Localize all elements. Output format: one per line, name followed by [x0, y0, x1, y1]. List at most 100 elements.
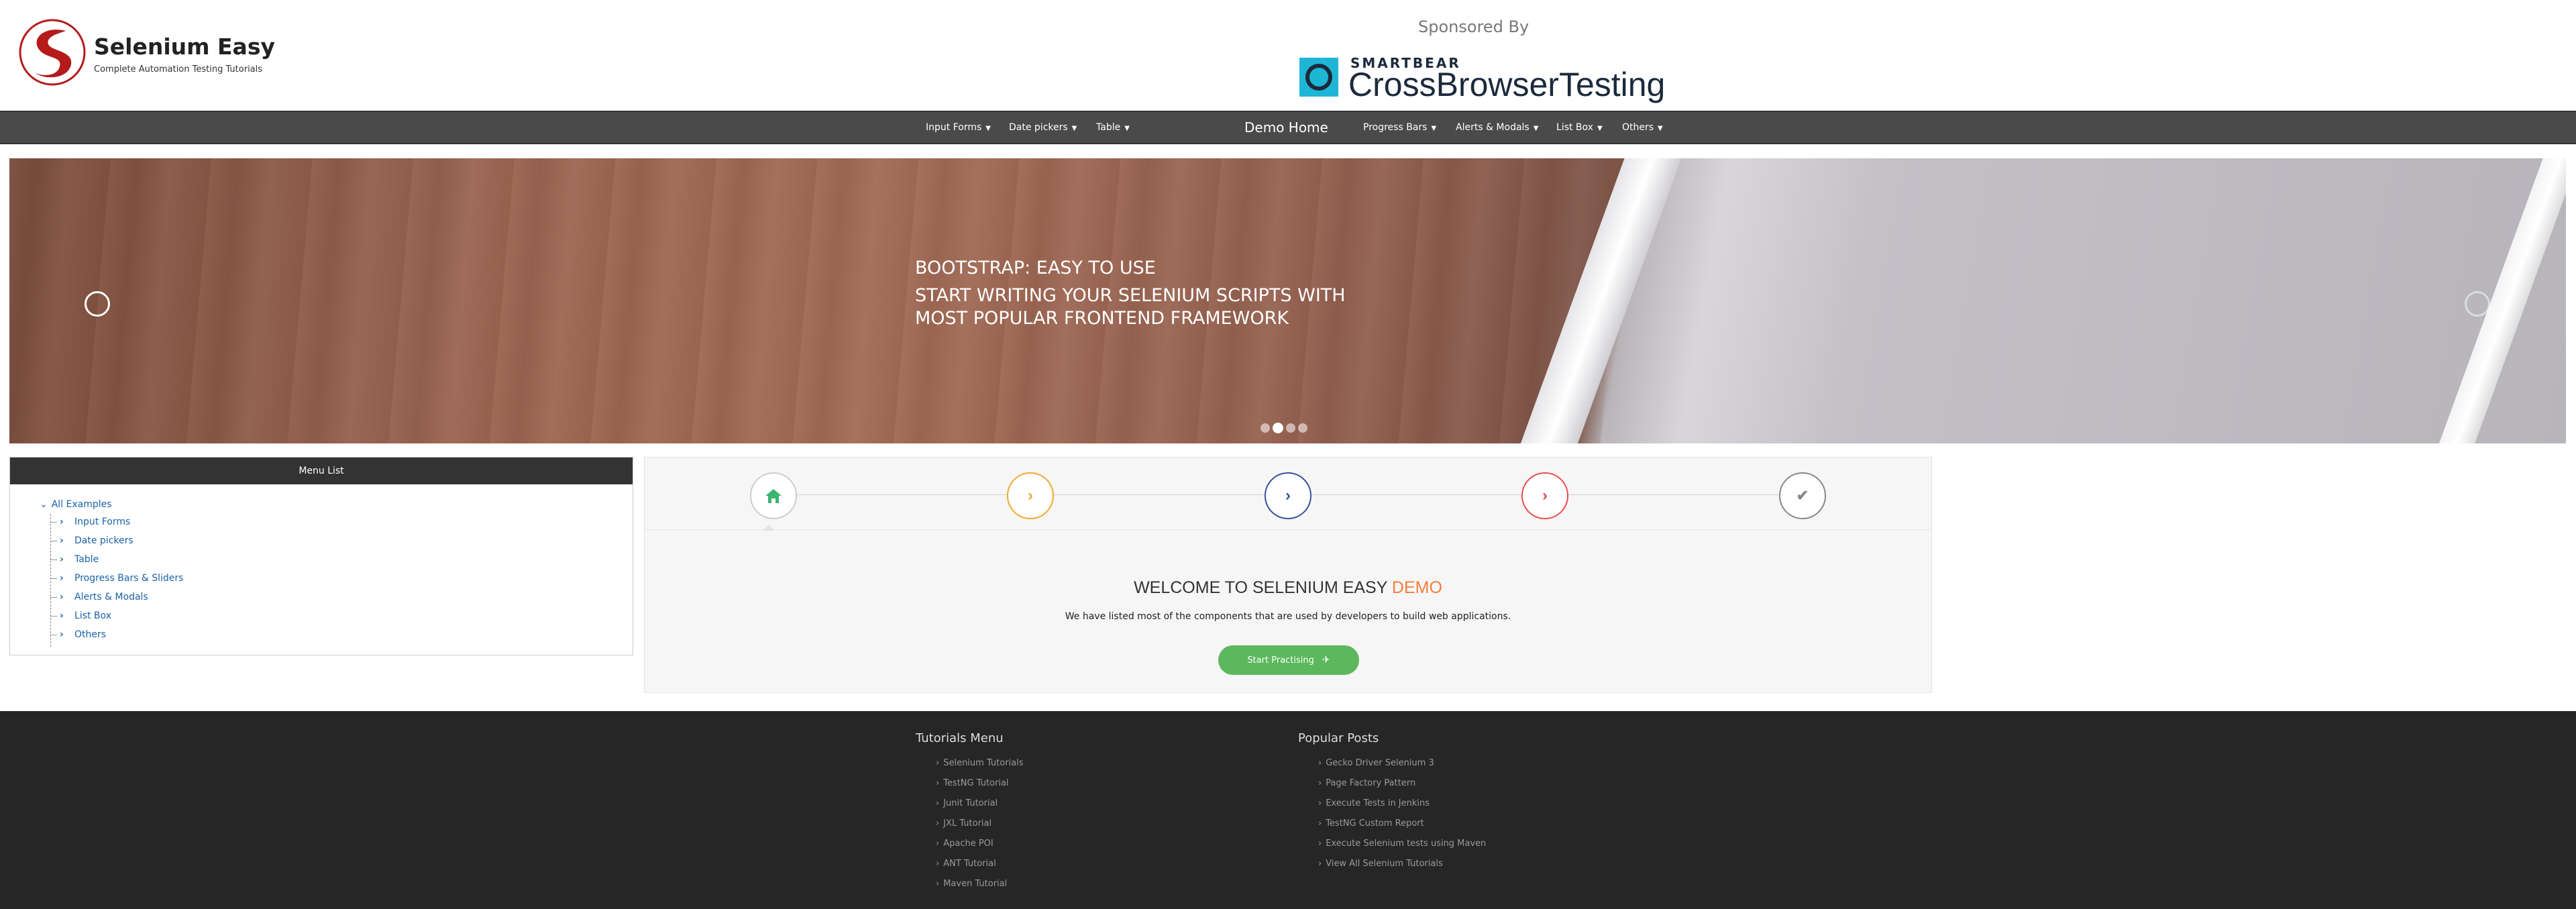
- sponsored-label: Sponsored By: [1418, 17, 1529, 36]
- carousel-dot[interactable]: [1260, 423, 1270, 433]
- carousel-dot[interactable]: [1286, 423, 1295, 433]
- wizard-step-home[interactable]: [750, 472, 797, 519]
- arrow-icon: ›: [936, 859, 940, 869]
- footer-link-selenium[interactable]: › Selenium Tutorials: [916, 753, 1024, 773]
- chevron-right-icon: ›: [60, 573, 64, 584]
- brand-title[interactable]: Selenium Easy: [94, 34, 275, 60]
- footer-link-ant[interactable]: › ANT Tutorial: [916, 854, 1024, 874]
- wizard-steps-bar: › › › ✔: [645, 458, 1931, 531]
- nav-date-pickers[interactable]: Date pickers ▼: [1009, 122, 1077, 133]
- site-footer: Tutorials Menu › Selenium Tutorials › Test…: [0, 711, 2576, 909]
- chevron-right-icon: ›: [60, 592, 64, 602]
- nav-others[interactable]: Others ▼: [1622, 122, 1663, 133]
- tree-item-others[interactable]: › Others: [50, 629, 106, 640]
- footer-tutorials-menu: Tutorials Menu › Selenium Tutorials › Test…: [916, 731, 1024, 894]
- tree-item-list-box[interactable]: › List Box: [50, 610, 111, 621]
- tree-item-alerts-modals[interactable]: › Alerts & Modals: [50, 592, 148, 602]
- footer-link-jxl[interactable]: › JXL Tutorial: [916, 814, 1024, 834]
- paper-plane-icon: ✈: [1322, 655, 1330, 665]
- carousel-dot-active[interactable]: [1273, 423, 1283, 433]
- hero-carousel: BOOTSTRAP: EASY TO USE START WRITING YOU…: [9, 158, 2566, 443]
- carousel-subheading: START WRITING YOUR SELENIUM SCRIPTS WITH…: [915, 285, 1346, 329]
- footer-post-jenkins[interactable]: › Execute Tests in Jenkins: [1298, 794, 1486, 814]
- welcome-wizard: › › › ✔ WELCOME TO SELENIUM EASY DEMO We…: [644, 457, 1932, 693]
- nav-alerts-modals[interactable]: Alerts & Modals ▼: [1456, 122, 1538, 133]
- arrow-icon: ›: [1318, 758, 1322, 768]
- welcome-title-accent: DEMO: [1391, 578, 1442, 597]
- footer-posts-title: Popular Posts: [1298, 731, 1379, 745]
- carousel-prev-icon[interactable]: [85, 291, 110, 317]
- wizard-step-3[interactable]: ›: [1265, 472, 1311, 519]
- smartbear-logo-icon[interactable]: [1298, 56, 1340, 98]
- footer-post-testng-report[interactable]: › TestNG Custom Report: [1298, 814, 1486, 834]
- arrow-icon: ›: [1318, 818, 1322, 828]
- footer-post-page-factory[interactable]: › Page Factory Pattern: [1298, 773, 1486, 794]
- arrow-icon: ›: [1318, 778, 1322, 788]
- wizard-step-5[interactable]: ✔: [1779, 472, 1826, 519]
- carousel-background-image: [9, 158, 1606, 443]
- carousel-device-edge: [2438, 158, 2566, 443]
- wizard-step-4[interactable]: ›: [1521, 472, 1568, 519]
- caret-down-icon: ▼: [1658, 125, 1663, 132]
- footer-link-junit[interactable]: › Junit Tutorial: [916, 794, 1024, 814]
- start-practising-button[interactable]: Start Practising ✈: [1218, 645, 1359, 675]
- footer-post-maven[interactable]: › Execute Selenium tests using Maven: [1298, 834, 1486, 854]
- arrow-icon: ›: [1318, 798, 1322, 808]
- tree-item-progress-bars[interactable]: › Progress Bars & Sliders: [50, 573, 183, 584]
- nav-input-forms[interactable]: Input Forms ▼: [926, 122, 991, 133]
- footer-popular-posts: Popular Posts › Gecko Driver Selenium 3 ›…: [1298, 731, 1486, 874]
- carousel-indicators: [1260, 423, 1307, 433]
- main-navbar: Input Forms ▼ Date pickers ▼ Table ▼ Demo H…: [0, 111, 2576, 144]
- footer-post-view-all[interactable]: › View All Selenium Tutorials: [1298, 854, 1486, 874]
- carousel-next-icon[interactable]: [2465, 291, 2490, 317]
- footer-link-testng[interactable]: › TestNG Tutorial: [916, 773, 1024, 794]
- chevron-right-icon: ›: [1542, 486, 1548, 504]
- caret-down-icon: ▼: [1431, 125, 1437, 132]
- caret-down-icon: ▼: [1071, 125, 1077, 132]
- caret-down-icon: ▼: [1597, 125, 1603, 132]
- menu-list-panel: Menu List ⌄ All Examples › Input Forms › Da…: [9, 457, 633, 655]
- tree-root-all-examples[interactable]: ⌄ All Examples: [40, 499, 112, 510]
- chevron-right-icon: ›: [60, 554, 64, 565]
- carousel-heading: BOOTSTRAP: EASY TO USE: [915, 258, 1156, 278]
- menu-list-title: Menu List: [10, 458, 633, 484]
- site-header: Selenium Easy Complete Automation Testin…: [0, 0, 2576, 111]
- caret-down-icon: ▼: [1124, 125, 1130, 132]
- brand-subtitle: Complete Automation Testing Tutorials: [94, 64, 263, 74]
- wizard-step-2[interactable]: ›: [1007, 472, 1054, 519]
- welcome-description: We have listed most of the components th…: [1065, 611, 1511, 622]
- footer-tutorials-title: Tutorials Menu: [916, 731, 1004, 745]
- tree-item-table[interactable]: › Table: [50, 554, 99, 565]
- chevron-right-icon: ›: [60, 629, 64, 640]
- welcome-title: WELCOME TO SELENIUM EASY DEMO: [1134, 578, 1442, 597]
- arrow-icon: ›: [936, 798, 940, 808]
- home-icon: [765, 489, 782, 503]
- chevron-right-icon: ›: [60, 517, 64, 527]
- nav-progress-bars[interactable]: Progress Bars ▼: [1363, 122, 1436, 133]
- tree-branch: [50, 521, 57, 523]
- wizard-active-pointer: [763, 525, 775, 531]
- nav-table[interactable]: Table ▼: [1096, 122, 1130, 133]
- nav-list-box[interactable]: List Box ▼: [1556, 122, 1603, 133]
- caret-down-icon: ▼: [1533, 125, 1539, 132]
- chevron-right-icon: ›: [60, 535, 64, 546]
- footer-post-gecko[interactable]: › Gecko Driver Selenium 3: [1298, 753, 1486, 773]
- arrow-icon: ›: [936, 818, 940, 828]
- selenium-easy-logo-icon[interactable]: [17, 19, 87, 86]
- tree-item-input-forms[interactable]: › Input Forms: [50, 517, 130, 527]
- footer-link-maven[interactable]: › Maven Tutorial: [916, 874, 1024, 894]
- caret-down-icon: ▼: [985, 125, 991, 132]
- tree-item-date-pickers[interactable]: › Date pickers: [50, 535, 133, 546]
- arrow-icon: ›: [1318, 859, 1322, 869]
- chevron-down-icon: ⌄: [40, 499, 48, 510]
- nav-demo-home[interactable]: Demo Home: [1244, 119, 1328, 136]
- arrow-icon: ›: [936, 839, 940, 849]
- arrow-icon: ›: [936, 778, 940, 788]
- carousel-dot[interactable]: [1298, 423, 1307, 433]
- footer-link-apache-poi[interactable]: › Apache POI: [916, 834, 1024, 854]
- sponsor-name[interactable]: CrossBrowserTesting: [1348, 65, 1665, 104]
- check-icon: ✔: [1796, 487, 1809, 504]
- arrow-icon: ›: [1318, 839, 1322, 849]
- tree-branch: [50, 559, 57, 560]
- chevron-right-icon: ›: [1028, 486, 1033, 504]
